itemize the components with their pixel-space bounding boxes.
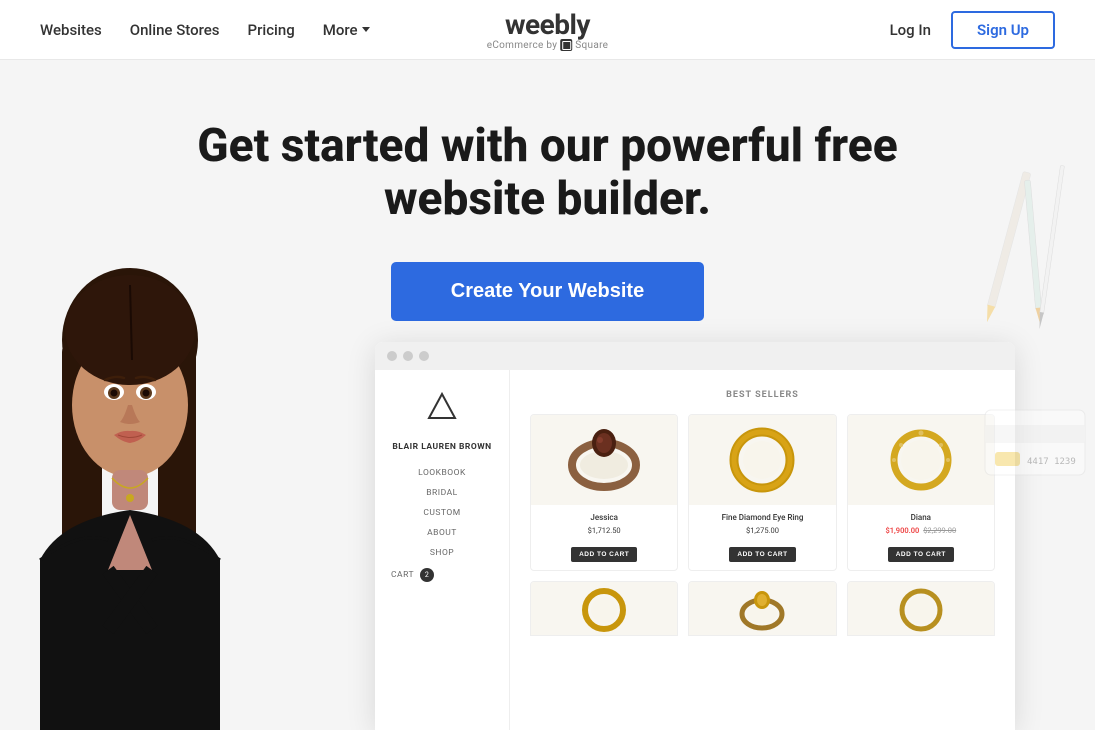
sidebar-brand: BLAIR LAUREN BROWN	[391, 442, 493, 452]
nav-more-dropdown[interactable]: More	[323, 21, 370, 39]
hero-title: Get started with our powerful free websi…	[173, 120, 923, 226]
product-card-jessica: Jessica $1,712.50 ADD TO CART	[530, 414, 678, 571]
sidebar-nav-custom[interactable]: CUSTOM	[391, 508, 493, 518]
logo[interactable]: weebly eCommerce by Square	[487, 8, 609, 51]
product-name-fine-diamond: Fine Diamond Eye Ring	[697, 513, 827, 522]
header: Websites Online Stores Pricing More weeb…	[0, 0, 1095, 60]
sidebar-nav-lookbook[interactable]: LOOKBOOK	[391, 468, 493, 478]
product-img-partial-2	[689, 582, 835, 636]
product-card-partial-1	[530, 581, 678, 636]
price-original-diana: $2,299.00	[923, 526, 956, 535]
dot-yellow	[403, 351, 413, 361]
doodle-illustration: 4417 1239	[975, 160, 1095, 560]
create-website-button[interactable]: Create Your Website	[391, 262, 704, 321]
cart-count-badge: 2	[420, 568, 434, 582]
product-price-jessica: $1,712.50	[539, 526, 669, 535]
product-name-jessica: Jessica	[539, 513, 669, 522]
svg-text:4417 1239: 4417 1239	[1027, 457, 1076, 467]
products-grid: Jessica $1,712.50 ADD TO CART	[530, 414, 995, 571]
chevron-down-icon	[362, 27, 370, 32]
dot-red	[387, 351, 397, 361]
sidebar-nav-about[interactable]: ABOUT	[391, 528, 493, 538]
product-card-fine-diamond: Fine Diamond Eye Ring $1,275.00 ADD TO C…	[688, 414, 836, 571]
nav-websites[interactable]: Websites	[40, 21, 102, 39]
logo-sub: eCommerce by Square	[487, 39, 609, 51]
signup-button[interactable]: Sign Up	[951, 11, 1055, 49]
product-card-diana: Diana $1,900.00 $2,299.00 ADD TO CART	[847, 414, 995, 571]
mockup-sidebar: BLAIR LAUREN BROWN LOOKBOOK BRIDAL CUSTO…	[375, 370, 510, 730]
sidebar-logo	[391, 390, 493, 428]
mockup-titlebar	[375, 342, 1015, 370]
cart-label: CART	[391, 570, 414, 580]
sidebar-nav-bridal[interactable]: BRIDAL	[391, 488, 493, 498]
best-sellers-title: BEST SELLERS	[530, 390, 995, 400]
product-info-jessica: Jessica $1,712.50 ADD TO CART	[531, 505, 677, 570]
main-nav: Websites Online Stores Pricing More	[40, 21, 370, 39]
square-icon	[560, 39, 572, 51]
product-info-fine-diamond: Fine Diamond Eye Ring $1,275.00 ADD TO C…	[689, 505, 835, 570]
nav-online-stores[interactable]: Online Stores	[130, 21, 220, 39]
nav-right: Log In Sign Up	[890, 11, 1055, 49]
login-button[interactable]: Log In	[890, 21, 931, 39]
product-image-fine-diamond	[689, 415, 835, 505]
product-info-diana: Diana $1,900.00 $2,299.00 ADD TO CART	[848, 505, 994, 570]
sidebar-nav: LOOKBOOK BRIDAL CUSTOM ABOUT SHOP	[391, 468, 493, 558]
add-to-cart-fine-diamond[interactable]: ADD TO CART	[729, 547, 795, 562]
product-card-partial-3	[847, 581, 995, 636]
mockup-main-content: BEST SELLERS	[510, 370, 1015, 730]
product-image-diana	[848, 415, 994, 505]
product-card-partial-2	[688, 581, 836, 636]
product-image-jessica	[531, 415, 677, 505]
nav-more-label: More	[323, 21, 358, 39]
product-price-diana: $1,900.00 $2,299.00	[856, 526, 986, 535]
sidebar-cart[interactable]: CART 2	[391, 568, 493, 582]
mockup-body: BLAIR LAUREN BROWN LOOKBOOK BRIDAL CUSTO…	[375, 370, 1015, 730]
logo-brand: weebly	[487, 8, 609, 41]
sidebar-nav-shop[interactable]: SHOP	[391, 548, 493, 558]
add-to-cart-diana[interactable]: ADD TO CART	[888, 547, 954, 562]
product-img-partial-1	[531, 582, 677, 636]
price-sale-diana: $1,900.00	[885, 526, 919, 535]
dot-green	[419, 351, 429, 361]
hero-person-image	[0, 250, 260, 730]
add-to-cart-jessica[interactable]: ADD TO CART	[571, 547, 637, 562]
hero-section: Get started with our powerful free websi…	[0, 60, 1095, 730]
nav-pricing[interactable]: Pricing	[248, 21, 295, 39]
product-name-diana: Diana	[856, 513, 986, 522]
product-price-fine-diamond: $1,275.00	[697, 526, 827, 535]
website-mockup: BLAIR LAUREN BROWN LOOKBOOK BRIDAL CUSTO…	[375, 342, 1015, 730]
products-grid-row2	[530, 581, 995, 636]
product-img-partial-3	[848, 582, 994, 636]
